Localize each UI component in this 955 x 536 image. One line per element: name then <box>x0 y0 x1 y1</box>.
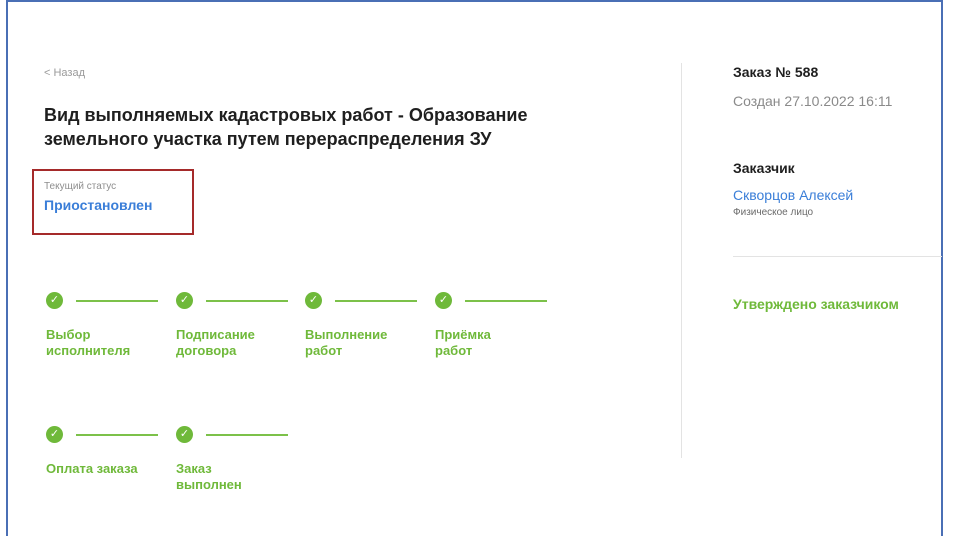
status-label: Текущий статус <box>44 181 117 192</box>
check-icon: ✓ <box>176 426 193 443</box>
check-icon: ✓ <box>46 292 63 309</box>
step-connector <box>206 434 288 436</box>
order-number: Заказ № 588 <box>733 64 819 80</box>
page-frame <box>6 0 943 536</box>
customer-type: Физическое лицо <box>733 207 814 218</box>
step-label: Оплата заказа <box>46 461 138 476</box>
title-line-1: Вид выполняемых кадастровых работ - Обра… <box>44 105 528 125</box>
order-created-date: Создан 27.10.2022 16:11 <box>733 93 893 109</box>
customer-heading: Заказчик <box>733 160 795 176</box>
step-connector <box>76 434 158 436</box>
title-line-2: земельного участка путем перераспределен… <box>44 129 492 149</box>
page-title: Вид выполняемых кадастровых работ - Обра… <box>44 103 644 151</box>
step-connector <box>206 300 288 302</box>
approval-status: Утверждено заказчиком <box>733 296 899 312</box>
check-icon: ✓ <box>305 292 322 309</box>
step-label: Заказ выполнен <box>176 461 242 492</box>
status-value: Приостановлен <box>44 197 153 213</box>
check-icon: ✓ <box>176 292 193 309</box>
check-icon: ✓ <box>435 292 452 309</box>
check-icon: ✓ <box>46 426 63 443</box>
step-connector <box>335 300 417 302</box>
customer-name-link[interactable]: Скворцов Алексей <box>733 187 853 203</box>
back-link[interactable]: < Назад <box>44 67 85 79</box>
step-label: Выбор исполнителя <box>46 327 131 358</box>
step-label: Подписание договора <box>176 327 255 358</box>
vertical-divider <box>681 63 682 458</box>
step-connector <box>76 300 158 302</box>
step-label: Приёмка работ <box>435 327 491 358</box>
step-label: Выполнение работ <box>305 327 388 358</box>
horizontal-divider <box>733 256 942 257</box>
step-connector <box>465 300 547 302</box>
